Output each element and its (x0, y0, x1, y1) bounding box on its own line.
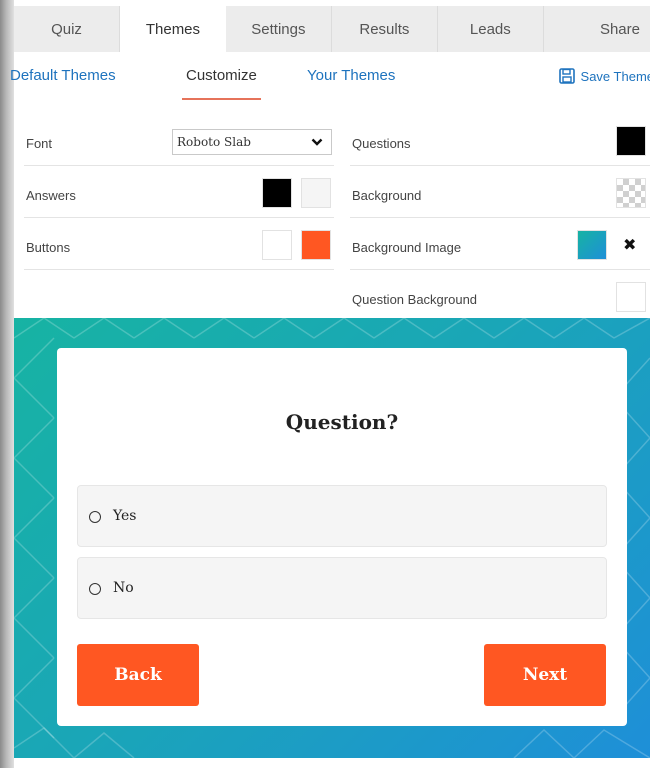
font-select-value: Roboto Slab (177, 135, 251, 149)
questions-color-swatch[interactable] (616, 126, 646, 156)
tab-themes[interactable]: Themes (119, 6, 226, 52)
buttons-text-color-swatch[interactable] (262, 230, 292, 260)
close-icon[interactable]: ✖ (623, 235, 636, 255)
floppy-disk-icon (558, 68, 575, 84)
answer-option-yes[interactable]: Yes (77, 485, 607, 547)
background-image-thumbnail[interactable] (577, 230, 607, 260)
answers-bg-color-swatch[interactable] (301, 178, 331, 208)
answers-label: Answers (26, 188, 76, 203)
background-label: Background (352, 188, 422, 203)
setting-background: Background (350, 168, 650, 218)
answer-label: No (113, 580, 134, 596)
top-tab-bar: Quiz Themes Settings Results Leads Share (14, 6, 650, 52)
tab-leads[interactable]: Leads (438, 6, 544, 52)
tab-quiz[interactable]: Quiz (14, 6, 120, 52)
answer-option-no[interactable]: No (77, 557, 607, 619)
subtab-customize[interactable]: Customize (182, 67, 261, 100)
panel-bottom (14, 758, 650, 768)
theme-preview: Question? Yes No Back Next (14, 318, 650, 758)
subtab-default-themes[interactable]: Default Themes (10, 67, 116, 84)
tab-share[interactable]: Share (544, 6, 650, 52)
background-color-swatch[interactable] (616, 178, 646, 208)
font-select[interactable]: Roboto Slab (172, 129, 332, 155)
answers-text-color-swatch[interactable] (262, 178, 292, 208)
back-button[interactable]: Back (77, 644, 199, 706)
setting-font: Font Roboto Slab (24, 116, 334, 166)
save-theme-button[interactable]: Save Theme (558, 68, 650, 84)
radio-button[interactable] (89, 511, 101, 523)
window-left-shadow (0, 0, 14, 768)
setting-questions: Questions (350, 116, 650, 166)
subtab-your-themes[interactable]: Your Themes (307, 67, 395, 84)
save-theme-label: Save Theme (580, 68, 650, 84)
background-image-label: Background Image (352, 240, 462, 255)
tab-results[interactable]: Results (332, 6, 438, 52)
buttons-bg-color-swatch[interactable] (301, 230, 331, 260)
question-title: Question? (285, 410, 399, 434)
question-background-label: Question Background (352, 292, 478, 307)
customize-settings: Font Roboto Slab Answers Buttons Questio… (24, 116, 650, 318)
theme-sub-tabs: Default Themes Customize Your Themes Sav… (10, 52, 650, 102)
question-card: Question? Yes No Back Next (57, 348, 627, 726)
chevron-down-icon (311, 136, 323, 151)
setting-question-background: Question Background (350, 272, 650, 322)
tab-settings[interactable]: Settings (226, 6, 332, 52)
question-background-color-swatch[interactable] (616, 282, 646, 312)
answer-label: Yes (113, 508, 137, 524)
radio-button[interactable] (89, 583, 101, 595)
font-label: Font (26, 136, 53, 151)
buttons-label: Buttons (26, 240, 71, 255)
questions-label: Questions (352, 136, 411, 151)
next-button[interactable]: Next (484, 644, 606, 706)
